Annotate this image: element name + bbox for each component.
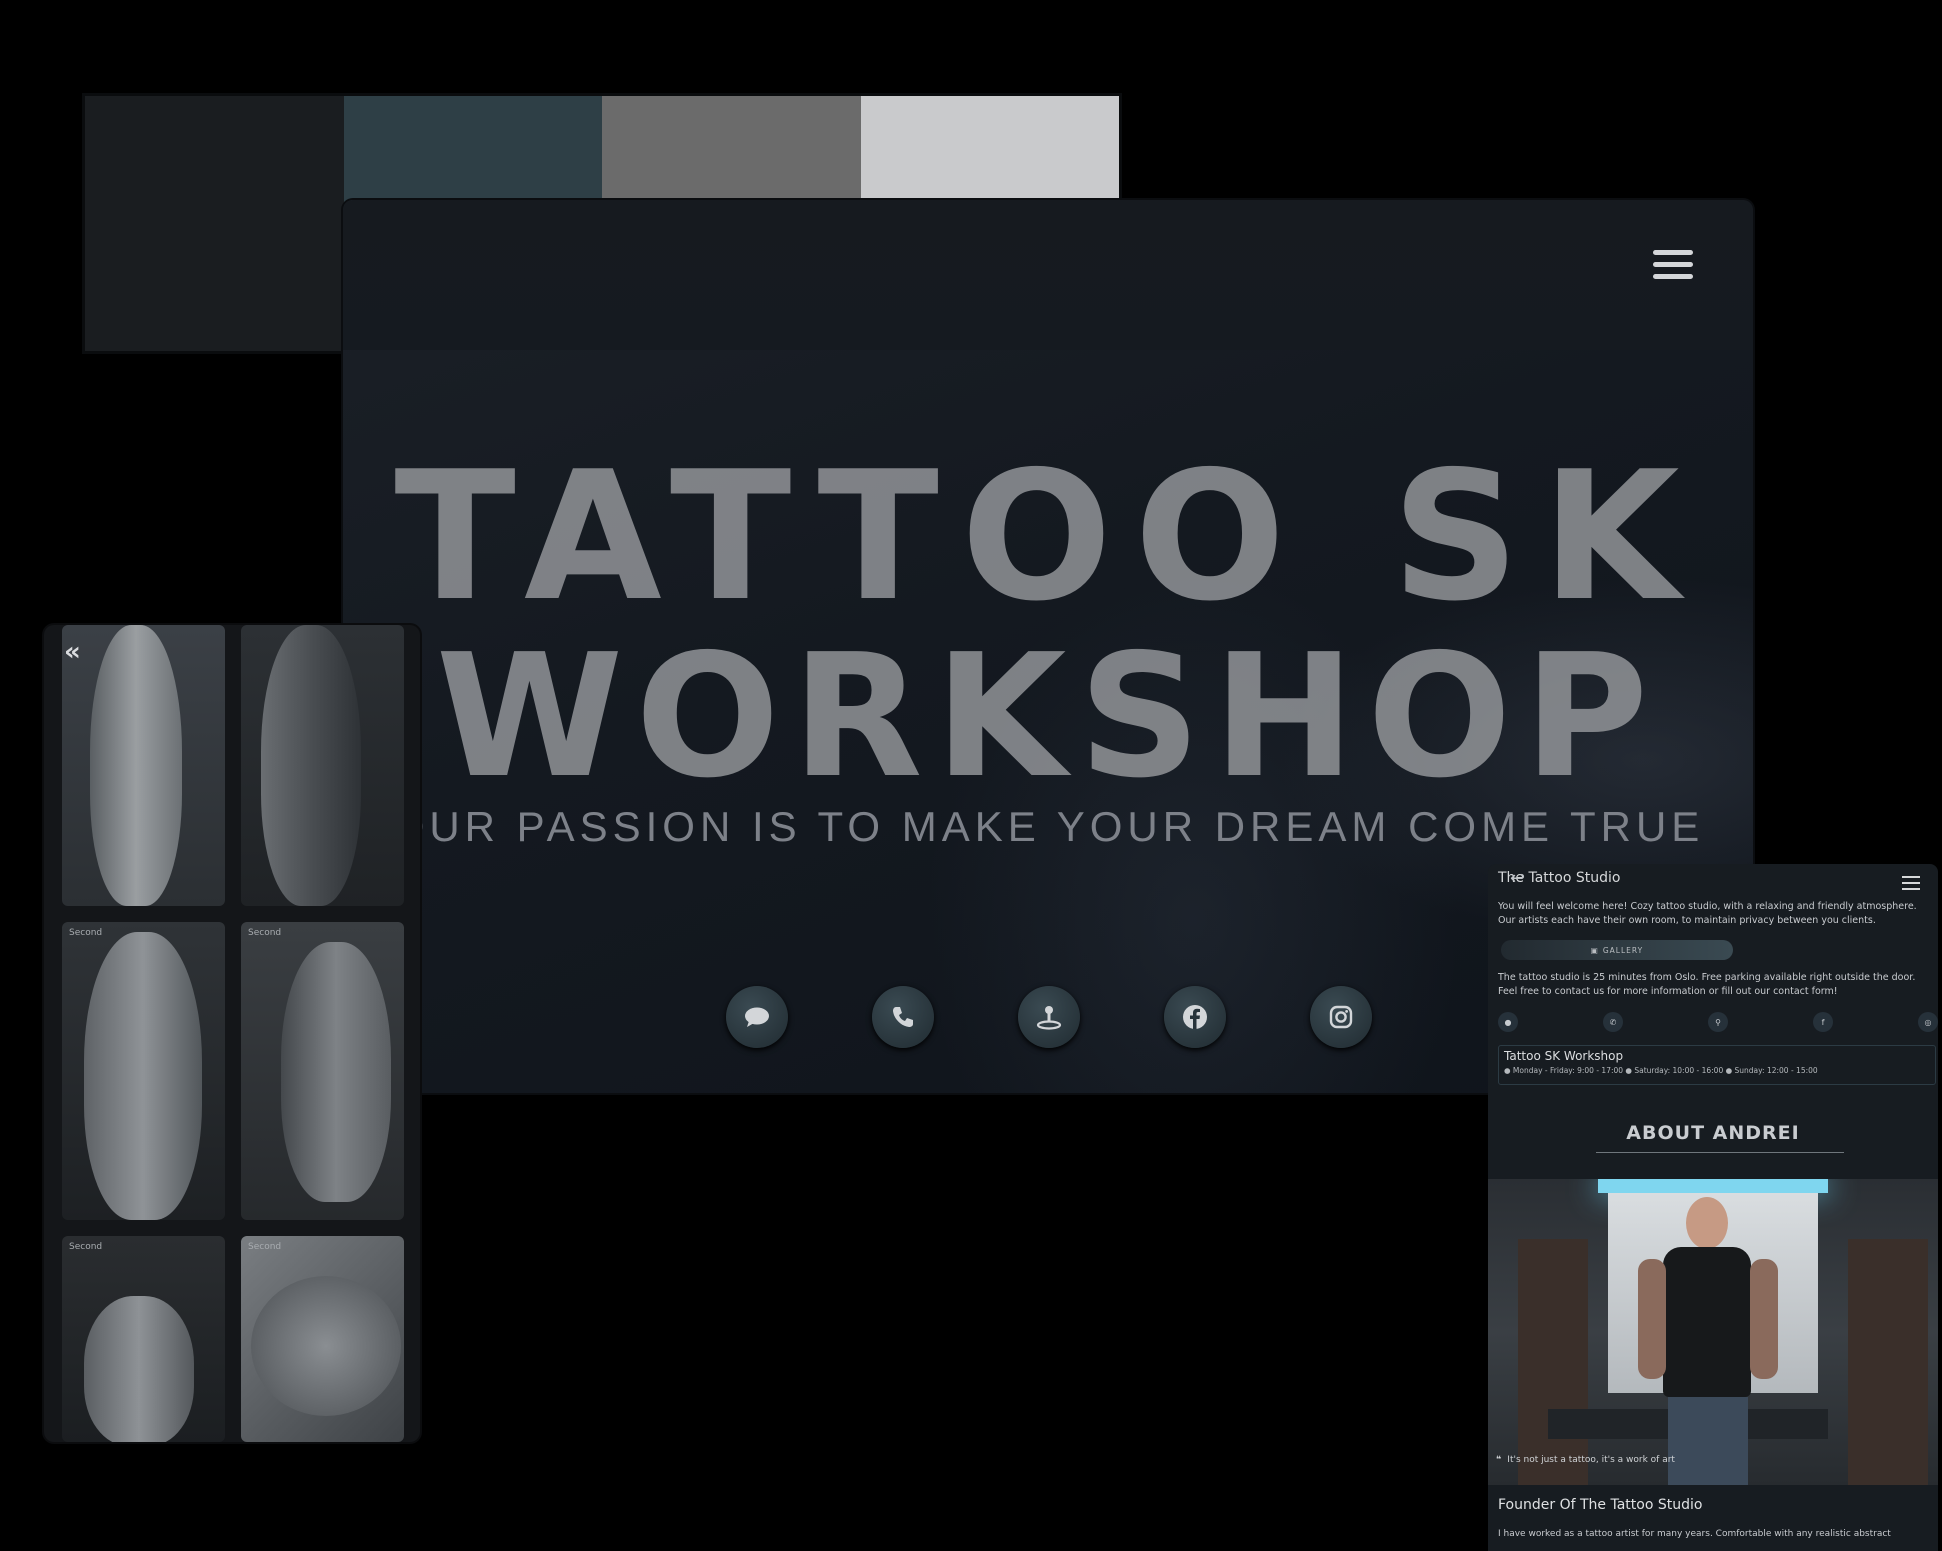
- thumb-label: Second: [69, 928, 103, 938]
- phone-icon[interactable]: [872, 986, 934, 1048]
- instagram-icon[interactable]: [1310, 986, 1372, 1048]
- facebook-icon[interactable]: [1164, 986, 1226, 1048]
- hamburger-menu-icon[interactable]: [1653, 250, 1693, 284]
- mobile-intro-text: You will feel welcome here! Cozy tattoo …: [1498, 901, 1917, 926]
- hero-title-line-2: WORKSHOP: [435, 618, 1661, 816]
- mobile-location-text: The tattoo studio is 25 minutes from Osl…: [1498, 972, 1916, 997]
- chat-icon[interactable]: [726, 986, 788, 1048]
- mobile-contact-icons: ● ✆ ⚲ f ◎: [1498, 1012, 1938, 1032]
- hamburger-menu-icon[interactable]: [1902, 876, 1920, 894]
- image-icon: ▣: [1590, 945, 1599, 955]
- opening-hours-text: ● Monday - Friday: 9:00 - 17:00 ● Saturd…: [1504, 1066, 1818, 1075]
- thumb-label: Second: [248, 928, 282, 938]
- back-arrow-icon[interactable]: «: [64, 637, 81, 667]
- hero-subtitle: OUR PASSION IS TO MAKE YOUR DREAM COME T…: [391, 803, 1705, 850]
- hero-header-band: [343, 200, 1753, 350]
- gallery-thumb-3[interactable]: Second: [62, 922, 225, 1220]
- facebook-icon[interactable]: f: [1813, 1012, 1833, 1032]
- phone-icon[interactable]: ✆: [1603, 1012, 1623, 1032]
- swatch-1: [85, 96, 344, 351]
- chat-icon[interactable]: ●: [1498, 1012, 1518, 1032]
- thumb-label: Second: [248, 1242, 282, 1252]
- mobile-screen: The Tattoo Studio ↩ You will feel welcom…: [1488, 864, 1938, 1551]
- about-heading: ABOUT ANDREI: [1626, 1122, 1800, 1144]
- opening-hours-title: Tattoo SK Workshop: [1504, 1049, 1624, 1063]
- gallery-thumb-5[interactable]: Second: [62, 1236, 225, 1442]
- quote-text: It's not just a tattoo, it's a work of a…: [1507, 1455, 1675, 1465]
- instagram-icon[interactable]: ◎: [1918, 1012, 1938, 1032]
- gallery-button-label: GALLERY: [1602, 945, 1644, 955]
- artist-quote: ❝ It's not just a tattoo, it's a work of …: [1496, 1455, 1675, 1465]
- about-divider: [1596, 1152, 1844, 1153]
- map-pin-icon[interactable]: [1018, 986, 1080, 1048]
- opening-hours-card: Tattoo SK Workshop ● Monday - Friday: 9:…: [1498, 1045, 1936, 1085]
- hero-title-line-1: TATTOO SK: [394, 433, 1702, 640]
- gallery-thumb-6[interactable]: Second: [241, 1236, 404, 1442]
- gallery-button[interactable]: ▣ GALLERY: [1501, 940, 1733, 960]
- gallery-thumb-2[interactable]: [241, 625, 404, 906]
- thumb-label: Second: [69, 1242, 103, 1252]
- back-arrow-icon[interactable]: ↩: [1510, 868, 1525, 889]
- map-pin-icon[interactable]: ⚲: [1708, 1012, 1728, 1032]
- founder-text: I have worked as a tattoo artist for man…: [1498, 1529, 1891, 1539]
- hero-contact-icons: [726, 986, 1372, 1048]
- gallery-thumb-1[interactable]: [62, 625, 225, 906]
- quote-icon: ❝: [1496, 1455, 1502, 1465]
- gallery-screen: « Second Second Second Second: [44, 625, 420, 1442]
- founder-title: Founder Of The Tattoo Studio: [1498, 1497, 1703, 1513]
- gallery-thumb-4[interactable]: Second: [241, 922, 404, 1220]
- artist-photo: [1488, 1179, 1938, 1485]
